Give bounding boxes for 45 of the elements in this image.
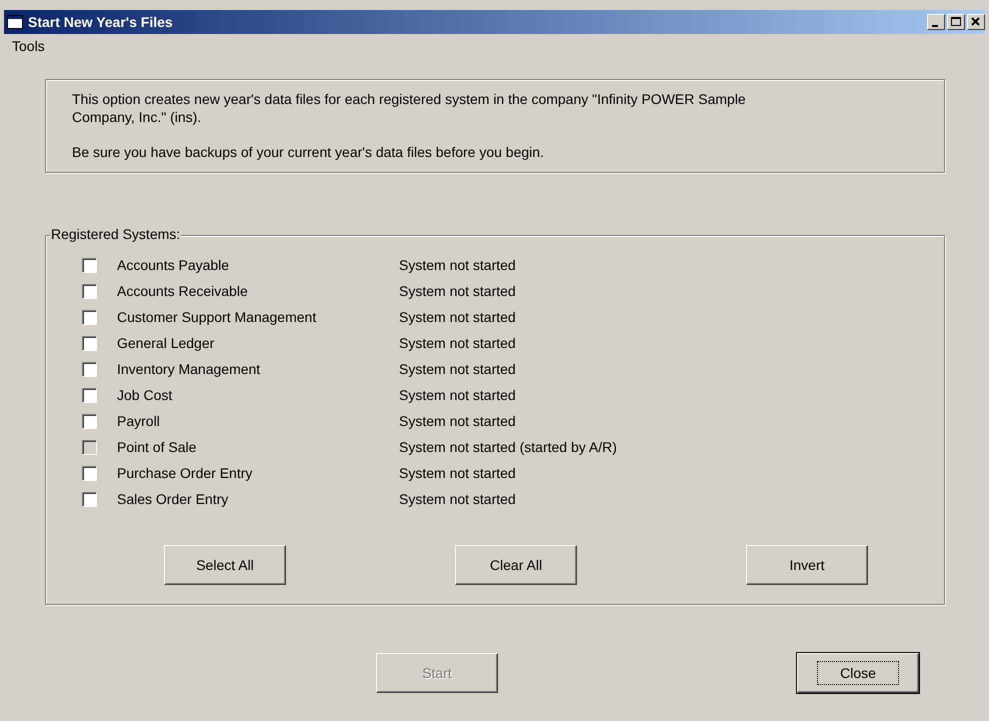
checkbox[interactable]: [82, 466, 97, 480]
checkbox[interactable]: [82, 362, 97, 376]
system-status: System not started: [399, 335, 516, 351]
checkbox[interactable]: [82, 336, 97, 350]
minimize-icon: [932, 24, 938, 26]
checkbox[interactable]: [82, 492, 97, 506]
maximize-icon: [951, 17, 961, 27]
system-status: System not started: [399, 413, 516, 429]
action-button[interactable]: Invert: [746, 545, 868, 585]
dialog-button[interactable]: Close: [797, 653, 919, 693]
checkbox[interactable]: [82, 414, 97, 428]
system-name: Job Cost: [117, 387, 174, 403]
system-status: System not started: [399, 257, 516, 273]
checkbox[interactable]: [82, 258, 97, 272]
action-button[interactable]: Select All: [164, 545, 286, 585]
close-icon: [971, 17, 981, 27]
system-status: System not started (started by A/R): [399, 439, 617, 455]
system-status: System not started: [399, 387, 516, 403]
system-status: System not started: [399, 491, 516, 507]
window-icon: [7, 15, 23, 29]
system-name: Inventory Management: [117, 361, 262, 377]
system-name: Payroll: [117, 413, 161, 429]
system-name: Accounts Payable: [117, 257, 230, 273]
checkbox[interactable]: [82, 310, 97, 324]
system-name: Customer Support Management: [117, 309, 318, 325]
checkbox[interactable]: [82, 284, 97, 298]
window-title: Start New Year's Files: [28, 14, 174, 30]
system-status: System not started: [399, 465, 516, 481]
menu-item[interactable]: Tools: [10, 38, 47, 56]
info-text: Be sure you have backups of your current year's data files before you begin.: [72, 143, 545, 161]
group-label: Registered Systems:: [50, 226, 182, 242]
action-button[interactable]: Clear All: [455, 545, 577, 585]
system-name: General Ledger: [117, 335, 216, 351]
system-name: Point of Sale: [117, 439, 198, 455]
system-status: System not started: [399, 283, 516, 299]
minimize-button[interactable]: [927, 14, 945, 30]
system-status: System not started: [399, 309, 516, 325]
checkbox[interactable]: [82, 388, 97, 402]
system-name: Sales Order Entry: [117, 491, 230, 507]
maximize-button[interactable]: [947, 14, 965, 30]
system-name: Accounts Receivable: [117, 283, 249, 299]
system-status: System not started: [399, 361, 516, 377]
system-name: Purchase Order Entry: [117, 465, 254, 481]
close-button[interactable]: [967, 14, 985, 30]
info-text: This option creates new year's data files for each registered system in the company "Infinity POWER Sample Company, Inc." (ins).: [72, 90, 747, 126]
